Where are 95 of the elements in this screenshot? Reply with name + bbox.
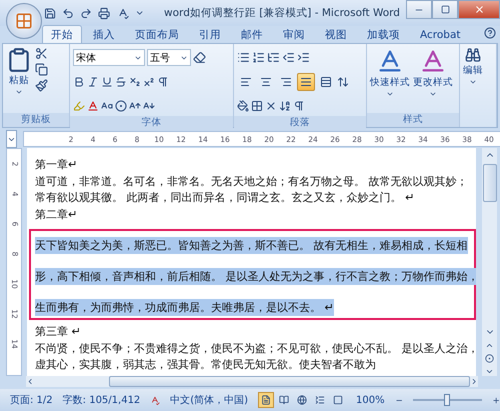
sort-icon[interactable] xyxy=(279,100,291,112)
group-label: 字体 xyxy=(70,116,233,130)
view-button[interactable] xyxy=(258,392,274,408)
dropdown-icon[interactable] xyxy=(386,90,394,98)
underline-icon[interactable] xyxy=(101,76,113,88)
zoom-level[interactable]: 100% xyxy=(356,394,385,406)
borders-icon[interactable] xyxy=(251,100,263,112)
window-title: word如何调整行距 [兼容模式] - Microsoft Word xyxy=(164,6,400,20)
vertical-scrollbar[interactable] xyxy=(482,148,497,376)
maximize-icon xyxy=(440,5,450,14)
subscript-icon[interactable] xyxy=(129,76,141,88)
zoom-thumb[interactable] xyxy=(444,394,450,406)
scroll-left-icon[interactable] xyxy=(26,377,34,386)
justify-icon xyxy=(300,76,312,88)
align-center-icon xyxy=(260,76,272,88)
document-line: 常有欲以观其徼。 此两者，同出而异名，同谓之玄。玄之又玄，众妙之门。 ↵ xyxy=(35,190,414,206)
document-line: 不尚贤，使民不争；不贵难得之货，使民不为盗；不见可欲，使民心不乱。 是以圣人之治， xyxy=(35,340,476,356)
close-icon xyxy=(474,4,484,15)
dropdown-icon[interactable] xyxy=(469,78,477,86)
font-size-field[interactable]: 五号 xyxy=(147,49,191,66)
print-preview-icon[interactable] xyxy=(98,6,111,20)
change-case-icon[interactable] xyxy=(101,100,113,112)
shading-icon[interactable] xyxy=(237,100,249,112)
numbering-icon[interactable] xyxy=(252,51,265,64)
scroll-thumb[interactable] xyxy=(482,164,496,202)
grow-font-icon[interactable] xyxy=(129,100,141,112)
maximize-button[interactable] xyxy=(432,0,458,19)
edit-button[interactable]: 编辑 xyxy=(463,64,483,77)
dropdown-icon[interactable] xyxy=(15,88,23,96)
outline-view-icon xyxy=(315,395,326,405)
shrink-font-icon[interactable] xyxy=(143,100,155,112)
bold-icon[interactable] xyxy=(73,76,85,88)
document-line: 第三章 ↵ xyxy=(35,324,81,340)
ribbon-tab[interactable]: 插入 xyxy=(84,25,124,43)
draft-view-icon xyxy=(333,395,344,405)
next-page-icon[interactable] xyxy=(485,367,494,376)
align-left-icon xyxy=(240,76,252,88)
ribbon-tab[interactable]: 邮件 xyxy=(232,25,272,43)
redo-icon[interactable] xyxy=(80,6,92,20)
decrease-indent-icon[interactable] xyxy=(282,51,295,64)
tab-selector[interactable] xyxy=(6,130,17,148)
styles-button[interactable]: 快速样式 xyxy=(370,76,410,89)
font-name-field[interactable]: 宋体 xyxy=(73,49,145,66)
copy-icon[interactable] xyxy=(35,63,48,76)
strikethrough-icon[interactable] xyxy=(115,76,127,88)
document-line: 虚其心，实其腹，弱其志，强其骨。常使民无知无欲。使夫智者不敢为 xyxy=(35,357,376,373)
browse-object-icon[interactable] xyxy=(485,354,494,363)
paste-button[interactable]: 粘贴 xyxy=(9,74,29,87)
alignment-button[interactable] xyxy=(297,72,315,90)
ribbon-tab[interactable]: 加载项 xyxy=(358,25,409,43)
help-icon[interactable] xyxy=(484,27,496,39)
previous-page-icon[interactable] xyxy=(485,341,494,350)
undo-icon[interactable] xyxy=(62,6,74,20)
document-line: 第二章↵ xyxy=(35,206,78,222)
web-layout-icon xyxy=(297,395,308,405)
cut-icon[interactable] xyxy=(35,47,48,60)
font-color-icon[interactable] xyxy=(87,100,99,112)
italic-icon[interactable] xyxy=(87,76,99,88)
ribbon-tab[interactable]: 开始 xyxy=(42,25,82,43)
ribbon-tab[interactable]: Acrobat xyxy=(411,25,470,43)
clear-format-icon[interactable] xyxy=(193,51,206,64)
group-label: 段落 xyxy=(234,116,366,130)
office-logo-icon xyxy=(15,12,33,30)
scroll-thumb[interactable] xyxy=(109,376,470,387)
bullets-icon[interactable] xyxy=(237,51,250,64)
increase-indent-icon[interactable] xyxy=(297,51,310,64)
zoom-in-icon[interactable] xyxy=(492,394,500,406)
distributed-icon xyxy=(320,76,332,88)
office-button[interactable] xyxy=(6,3,42,39)
document-line: 第一章↵ xyxy=(35,157,78,173)
show-marks-icon[interactable] xyxy=(293,100,305,112)
document-line: 道可道，非常道。名可名，非常名。无名天地之始；有名万物之母。 故常无欲以观其妙； xyxy=(35,174,468,190)
group-label: 样式 xyxy=(367,113,459,127)
styles-button[interactable]: 更改样式 xyxy=(413,76,453,89)
print-layout-icon xyxy=(261,395,272,405)
horizontal-scrollbar[interactable] xyxy=(26,376,478,387)
multilevel-list-icon[interactable] xyxy=(267,51,280,64)
language-status[interactable]: 中文(简体，中国) xyxy=(170,393,248,407)
save-icon[interactable] xyxy=(44,6,56,20)
ribbon-tab[interactable]: 引用 xyxy=(190,25,230,43)
page-count[interactable]: 页面: 1/2 xyxy=(10,393,53,407)
line-spacing-icon[interactable] xyxy=(337,76,349,88)
ribbon-tab[interactable]: 页面布局 xyxy=(126,25,188,43)
format-painter-icon[interactable] xyxy=(35,79,48,92)
find-icon[interactable] xyxy=(465,47,481,63)
dropdown-icon[interactable] xyxy=(429,90,437,98)
align-right-icon xyxy=(280,76,292,88)
spelling-icon[interactable] xyxy=(116,6,129,20)
reading-view-icon xyxy=(279,395,290,405)
word-count[interactable]: 字数: 105/1,412 xyxy=(62,393,140,407)
ribbon-tab[interactable]: 审阅 xyxy=(274,25,314,43)
enclose-icon[interactable] xyxy=(115,100,127,112)
group-label: 剪贴板 xyxy=(3,113,69,127)
ribbon-tab[interactable]: 视图 xyxy=(316,25,356,43)
superscript-icon[interactable] xyxy=(143,76,155,88)
